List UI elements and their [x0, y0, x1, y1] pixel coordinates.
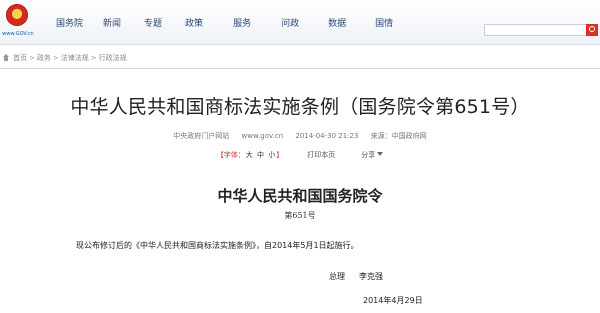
meta-time: 2014-04-30 21:23	[295, 132, 359, 140]
nav-item-policy[interactable]: 政策	[185, 16, 203, 29]
font-size-control: 【字体：大 中 小】	[217, 150, 283, 160]
print-page-link[interactable]: 打印本页	[307, 150, 335, 160]
article-title: 中华人民共和国商标法实施条例（国务院令第651号）	[70, 96, 530, 118]
article-meta: 中央政府门户网站 www.gov.cn 2014-04-30 21:23 来源：…	[0, 131, 600, 141]
breadcrumb-separator: >	[90, 54, 97, 62]
main-nav: 国务院 新闻 专题 政策 服务 问政 数据 国情	[56, 0, 393, 44]
share-label: 分享	[361, 151, 376, 159]
breadcrumb: 首页 > 政务 > 法律法规 > 行政法规	[0, 52, 127, 64]
meta-source: 中央政府门户网站	[173, 132, 230, 140]
top-nav-bar: www.GOV.cn 国务院 新闻 专题 政策 服务 问政 数据 国情	[0, 0, 600, 45]
breadcrumb-home[interactable]: 首页	[13, 53, 27, 63]
article-toolbar: 【字体：大 中 小】 打印本页 分享	[0, 148, 600, 162]
breadcrumb-government-affairs[interactable]: 政务	[37, 53, 51, 63]
share-button[interactable]: 分享	[361, 150, 384, 160]
nav-item-national-info[interactable]: 国情	[375, 16, 393, 29]
nav-item-news[interactable]: 新闻	[103, 16, 121, 29]
order-date: 2014年4月29日	[363, 296, 423, 305]
search-button[interactable]	[586, 24, 598, 36]
order-title: 中华人民共和国国务院令	[217, 187, 383, 205]
site-logo-text: www.GOV.cn	[2, 31, 34, 37]
signature-line: 总理 李克强	[329, 271, 383, 282]
header-divider	[0, 68, 600, 69]
order-number: 第651号	[284, 211, 316, 220]
font-size-medium[interactable]: 中	[257, 151, 264, 159]
nav-item-inquiry[interactable]: 问政	[281, 16, 299, 29]
nav-item-topics[interactable]: 专题	[144, 16, 162, 29]
search-icon	[589, 26, 595, 32]
signature-name: 李克强	[359, 272, 383, 281]
chevron-down-icon	[377, 152, 384, 156]
meta-origin: 来源：中国政府网	[370, 132, 427, 140]
meta-site: www.gov.cn	[241, 132, 284, 140]
breadcrumb-separator: >	[52, 54, 59, 62]
search-input[interactable]	[484, 24, 587, 36]
nav-item-services[interactable]: 服务	[233, 16, 251, 29]
home-icon	[2, 54, 10, 62]
breadcrumb-separator: >	[29, 54, 35, 62]
order-body-text: 现公布修订后的《中华人民共和国商标法实施条例》，自2014年5月1日起施行。	[76, 241, 359, 250]
breadcrumb-administrative-regulations[interactable]: 行政法规	[99, 53, 127, 63]
nav-item-data[interactable]: 数据	[328, 16, 346, 29]
signature-role: 总理	[329, 272, 345, 281]
national-emblem-logo-icon[interactable]	[6, 4, 28, 26]
nav-item-guowuyuan[interactable]: 国务院	[56, 16, 83, 29]
font-size-prefix: 【字体：	[216, 151, 245, 159]
breadcrumb-laws-regulations[interactable]: 法律法规	[61, 53, 89, 63]
font-size-large[interactable]: 大	[246, 151, 253, 159]
font-size-suffix: 】	[276, 151, 284, 159]
font-size-small[interactable]: 小	[268, 151, 275, 159]
